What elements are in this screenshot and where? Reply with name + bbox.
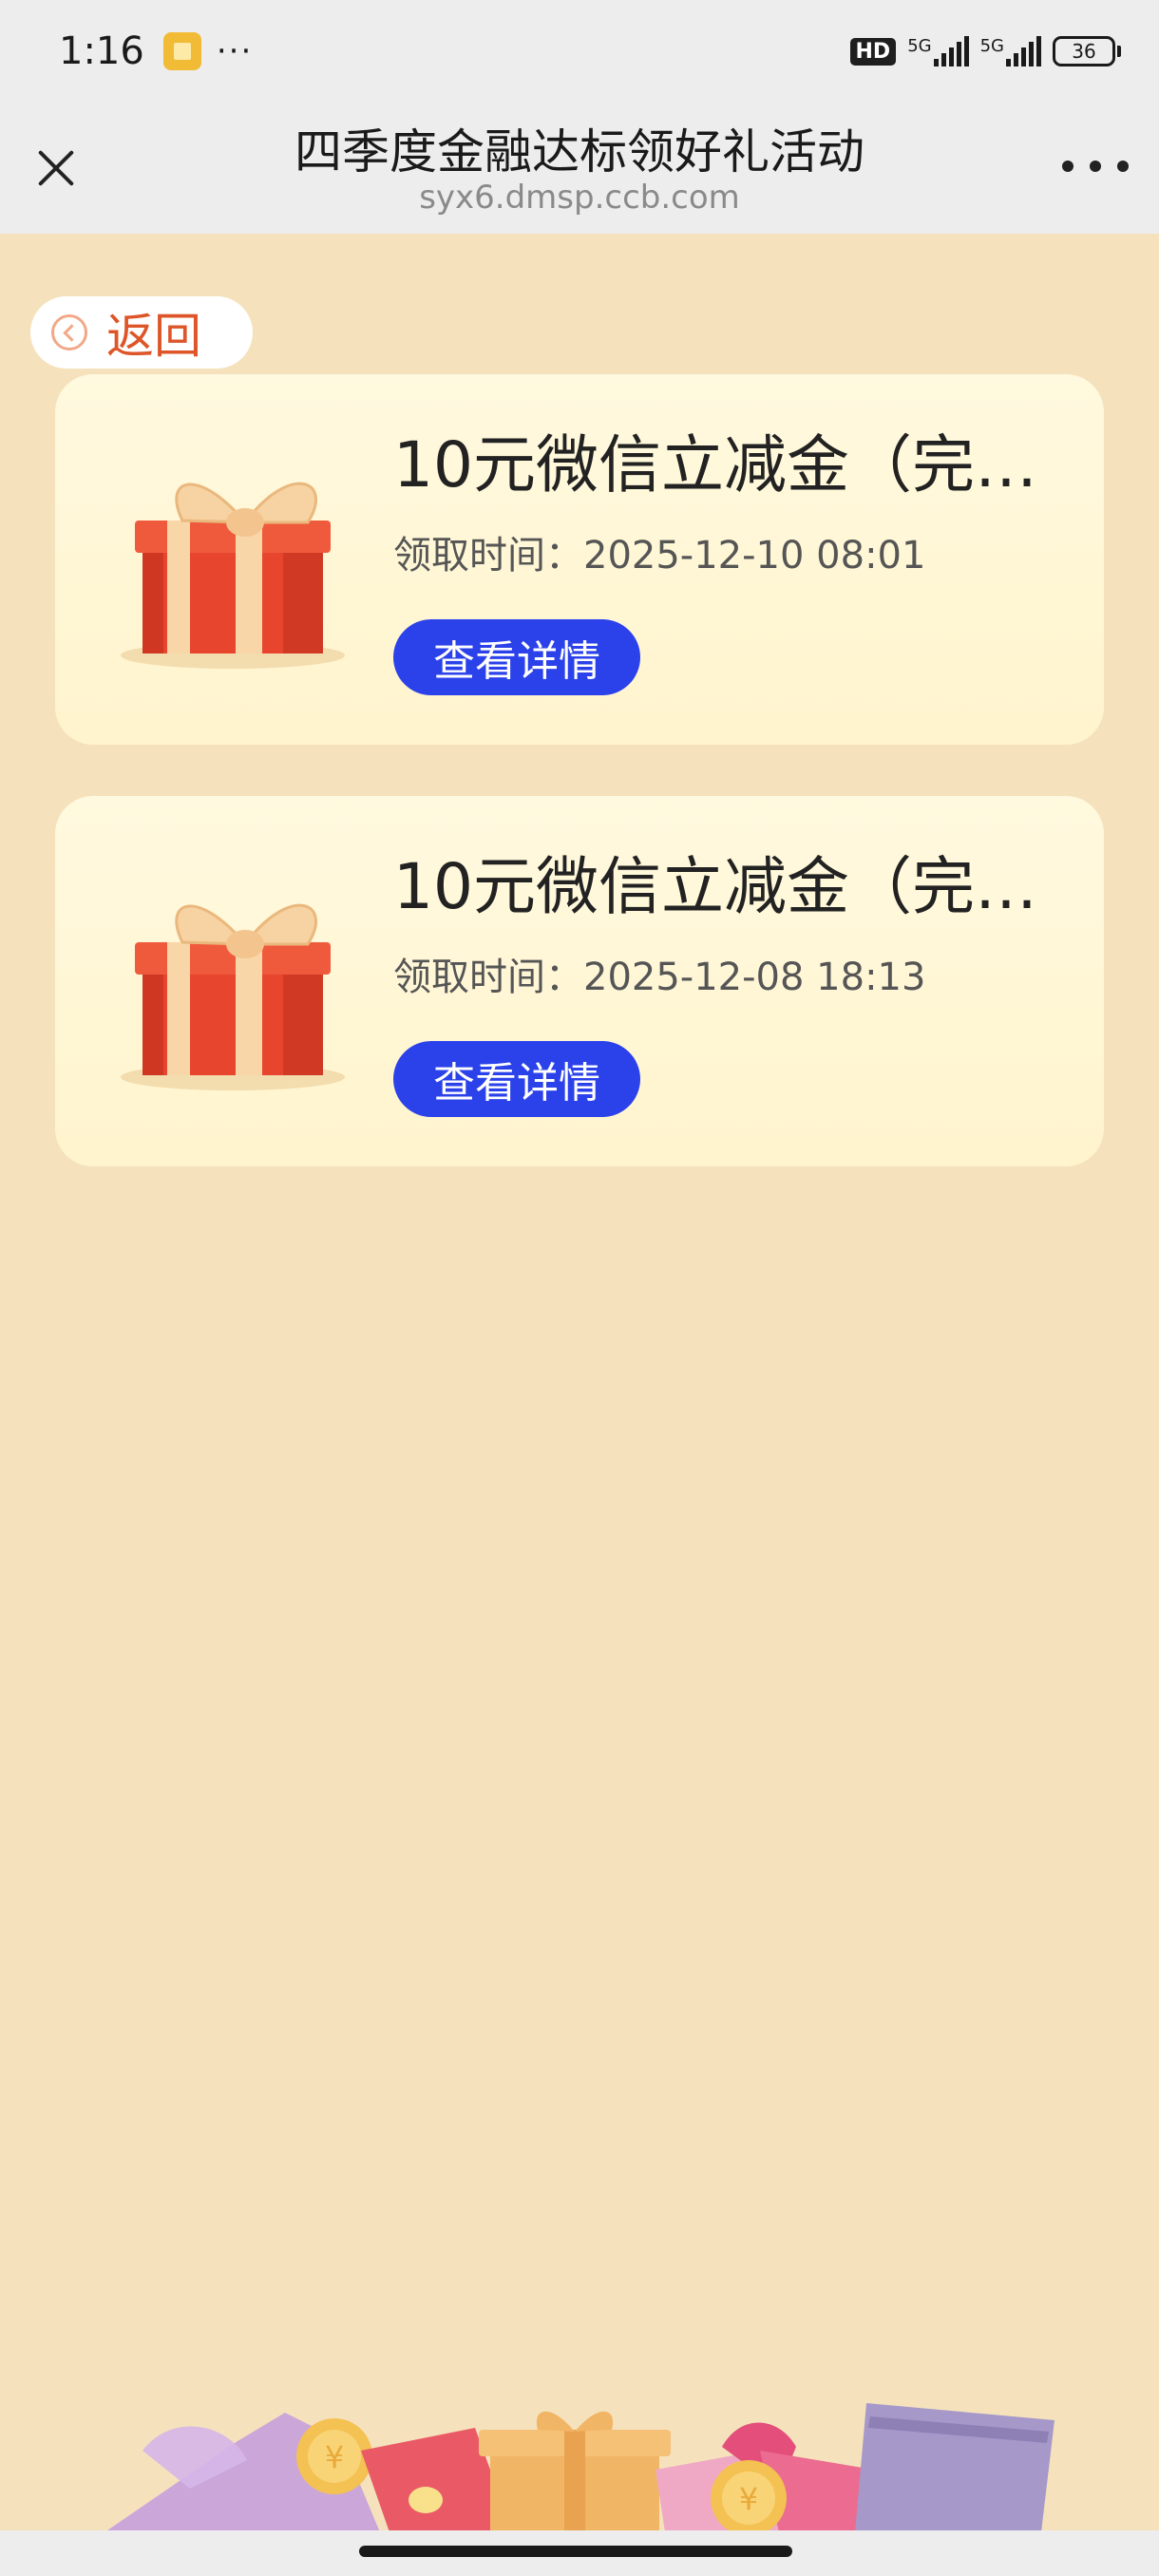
- battery-tip: [1117, 46, 1121, 57]
- signal-icon: 5G: [907, 36, 969, 66]
- title-bar: 四季度金融达标领好礼活动 syx6.dmsp.ccb.com: [0, 103, 1159, 234]
- back-button-label: 返回: [106, 309, 201, 364]
- chevron-left-icon: [51, 314, 87, 350]
- back-button[interactable]: 返回: [30, 296, 253, 369]
- gift-box-icon: [121, 482, 345, 669]
- battery-level: 36: [1053, 36, 1115, 66]
- signal-icon: 5G: [980, 36, 1041, 66]
- status-more-icon: ···: [216, 32, 254, 70]
- system-navigation-bar: [0, 2530, 1159, 2576]
- gift-box-icon: [121, 903, 345, 1090]
- gift-claim-time: 领取时间：2025-12-10 08:01: [393, 534, 926, 578]
- gift-title: 10元微信立减金（完…: [393, 428, 1037, 502]
- home-indicator[interactable]: [359, 2546, 792, 2557]
- gift-card: 10元微信立减金（完… 领取时间：2025-12-10 08:01 查看详情: [55, 374, 1104, 745]
- svg-text:¥: ¥: [739, 2481, 758, 2517]
- view-details-button[interactable]: 查看详情: [393, 1041, 640, 1117]
- signal-bars-icon: [933, 36, 969, 66]
- status-time: 1:16: [59, 29, 144, 73]
- notification-app-icon: [162, 32, 201, 70]
- footer-illustration: ¥ ¥: [104, 2403, 1054, 2532]
- network-type-label: 5G: [907, 36, 932, 56]
- gift-title: 10元微信立减金（完…: [393, 850, 1037, 923]
- signal-bars-icon: [1006, 36, 1041, 66]
- more-options-icon[interactable]: [1062, 152, 1129, 180]
- page-title: 四季度金融达标领好礼活动: [294, 124, 864, 180]
- status-indicators: HD 5G 5G 36: [849, 36, 1121, 66]
- network-type-label: 5G: [979, 36, 1004, 56]
- page-url: syx6.dmsp.ccb.com: [419, 179, 740, 217]
- gift-claim-time: 领取时间：2025-12-08 18:13: [393, 956, 926, 999]
- status-bar: 1:16 ··· HD 5G 5G 36: [0, 0, 1159, 103]
- svg-text:¥: ¥: [325, 2439, 344, 2475]
- view-details-button[interactable]: 查看详情: [393, 619, 640, 695]
- gift-card: 10元微信立减金（完… 领取时间：2025-12-08 18:13 查看详情: [55, 796, 1104, 1166]
- close-icon[interactable]: [25, 137, 87, 199]
- battery-icon: 36: [1053, 36, 1121, 66]
- hd-voice-icon: HD: [849, 37, 897, 66]
